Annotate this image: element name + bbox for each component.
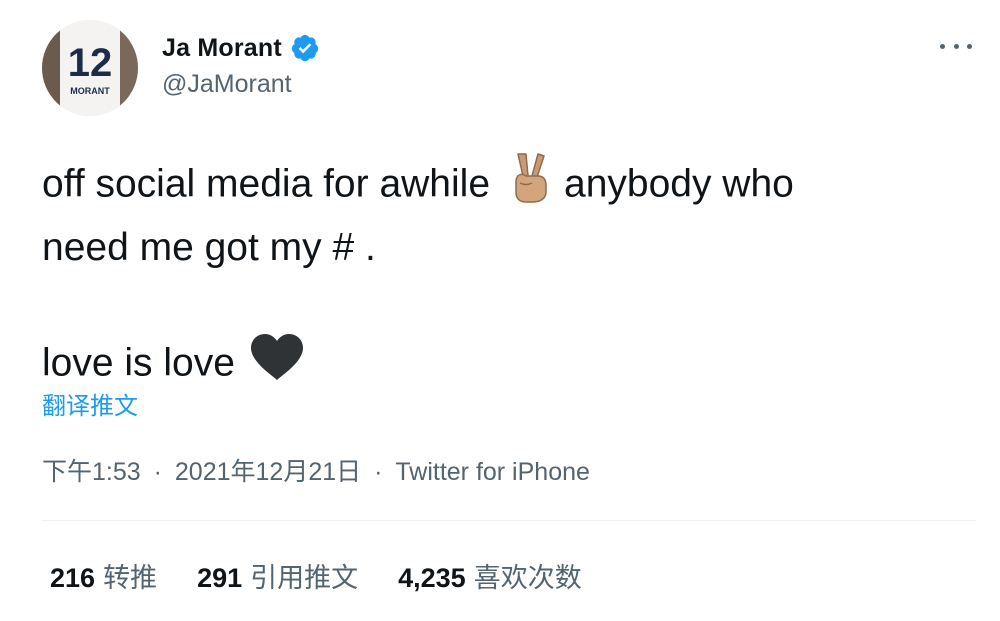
- tweet-card: 12 MORANT Ja Morant @JaMorant off social…: [0, 0, 1000, 621]
- more-dot: [967, 43, 972, 49]
- likes-label: 喜欢次数: [473, 563, 582, 593]
- divider: [42, 520, 976, 521]
- tweet-line-1: off social media for awhile anybody who: [42, 152, 972, 220]
- translate-tweet-link[interactable]: 翻译推文: [42, 386, 138, 421]
- display-name[interactable]: Ja Morant: [162, 34, 282, 63]
- meta-separator: ·: [374, 458, 383, 486]
- tweet-line-3: love is love: [42, 332, 972, 398]
- tweet-text-part: anybody who: [564, 162, 794, 206]
- avatar-image: 12 MORANT: [42, 20, 138, 116]
- likes-count: 4,235: [398, 563, 466, 593]
- tweet-source[interactable]: Twitter for iPhone: [395, 458, 590, 486]
- tweet-date[interactable]: 2021年12月21日: [175, 458, 361, 486]
- more-dot: [940, 43, 945, 49]
- author-block: Ja Morant @JaMorant: [162, 30, 320, 99]
- tweet-text-part: love is love: [42, 341, 235, 385]
- tweet-stats: 216 转推 291 引用推文 4,235 喜欢次数: [50, 556, 622, 595]
- retweets-stat[interactable]: 216 转推: [50, 556, 157, 595]
- quote-tweets-stat[interactable]: 291 引用推文: [197, 556, 358, 595]
- quote-tweets-label: 引用推文: [250, 563, 359, 593]
- tweet-text: off social media for awhile anybody who …: [42, 152, 972, 398]
- more-dot: [953, 43, 959, 49]
- quote-tweets-count: 291: [197, 563, 243, 593]
- tweet-metadata: 下午1:53 · 2021年12月21日 · Twitter for iPhon…: [42, 452, 590, 488]
- black-heart-icon: [249, 332, 305, 398]
- retweets-label: 转推: [103, 563, 158, 593]
- verified-badge-icon: [290, 33, 320, 63]
- retweets-count: 216: [50, 563, 96, 593]
- avatar-jersey-name: MORANT: [70, 86, 110, 96]
- tweet-line-2: need me got my # .: [42, 226, 376, 269]
- avatar[interactable]: 12 MORANT: [42, 20, 138, 116]
- meta-separator: ·: [153, 458, 162, 486]
- avatar-jersey-number: 12: [68, 41, 113, 85]
- victory-hand-icon: [508, 152, 552, 220]
- tweet-text-part: off social media for awhile: [42, 162, 491, 206]
- more-options-icon[interactable]: [940, 36, 972, 56]
- likes-stat[interactable]: 4,235 喜欢次数: [398, 556, 582, 595]
- handle[interactable]: @JaMorant: [162, 70, 320, 99]
- tweet-time[interactable]: 下午1:53: [42, 458, 141, 486]
- display-name-row: Ja Morant: [162, 30, 320, 66]
